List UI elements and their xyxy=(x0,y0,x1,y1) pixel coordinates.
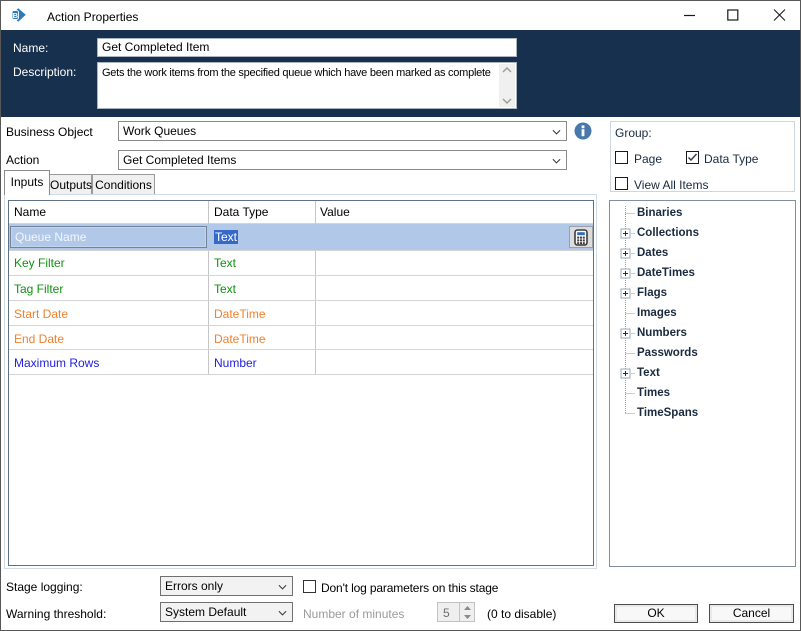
svg-text:B: B xyxy=(13,11,19,20)
